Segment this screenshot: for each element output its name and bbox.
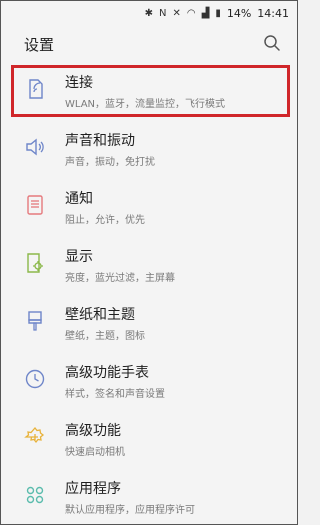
- item-subtitle: 声音，振动，免打扰: [65, 157, 155, 168]
- search-icon[interactable]: [263, 34, 281, 52]
- page-title: 设置: [24, 36, 55, 54]
- battery-percent: 14%: [226, 6, 252, 20]
- item-subtitle: 亮度，蓝光过滤，主屏幕: [65, 273, 175, 284]
- item-label: 高级功能: [65, 423, 121, 439]
- clock-icon: [25, 369, 45, 389]
- header: 设置: [1, 25, 297, 61]
- brush-icon: [28, 311, 42, 331]
- battery-icon: ▮: [215, 7, 221, 19]
- selection-highlight: [11, 65, 290, 117]
- apps-icon: [26, 486, 44, 504]
- settings-item-display[interactable]: 显示 亮度，蓝光过滤，主屏幕: [1, 235, 297, 293]
- settings-item-wallpaper-themes[interactable]: 壁纸和主题 壁纸，主题，图标: [1, 293, 297, 351]
- item-label: 声音和振动: [65, 133, 135, 149]
- clock-time: 14:41: [257, 6, 289, 20]
- display-icon: [27, 253, 43, 273]
- item-label: 高级功能手表: [65, 365, 149, 381]
- settings-screen: ✱ N ✕ ◠ ▟ ▮ 14% 14:41 设置 连接 WLAN，蓝牙，流量监控…: [0, 0, 298, 525]
- nfc-icon: N: [159, 7, 167, 19]
- settings-item-advanced-features[interactable]: 高级功能 快速启动相机: [1, 409, 297, 467]
- item-subtitle: 样式，签名和声音设置: [65, 389, 165, 400]
- settings-item-watch-advanced[interactable]: 高级功能手表 样式，签名和声音设置: [1, 351, 297, 409]
- item-subtitle: 默认应用程序，应用程序许可: [65, 505, 195, 516]
- bluetooth-icon: ✱: [144, 7, 154, 19]
- settings-item-apps[interactable]: 应用程序 默认应用程序，应用程序许可: [1, 467, 297, 524]
- item-label: 通知: [65, 191, 93, 207]
- item-subtitle: 壁纸，主题，图标: [65, 331, 145, 342]
- item-subtitle: 快速启动相机: [65, 447, 125, 458]
- notification-icon: [27, 195, 43, 215]
- wifi-icon: ◠: [186, 7, 196, 19]
- settings-item-sound[interactable]: 声音和振动 声音，振动，免打扰: [1, 119, 297, 177]
- item-subtitle: 阻止，允许，优先: [65, 215, 145, 226]
- settings-list: 连接 WLAN，蓝牙，流量监控，飞行模式 声音和振动 声音，振动，免打扰 通知 …: [1, 61, 297, 524]
- item-label: 壁纸和主题: [65, 307, 135, 323]
- speaker-icon: [26, 138, 44, 156]
- status-bar: ✱ N ✕ ◠ ▟ ▮ 14% 14:41: [1, 1, 297, 25]
- settings-item-notifications[interactable]: 通知 阻止，允许，优先: [1, 177, 297, 235]
- gear-plus-icon: [24, 426, 45, 444]
- item-label: 显示: [65, 249, 93, 265]
- item-label: 应用程序: [65, 481, 121, 497]
- mute-icon: ✕: [172, 7, 181, 19]
- signal-icon: ▟: [201, 7, 210, 19]
